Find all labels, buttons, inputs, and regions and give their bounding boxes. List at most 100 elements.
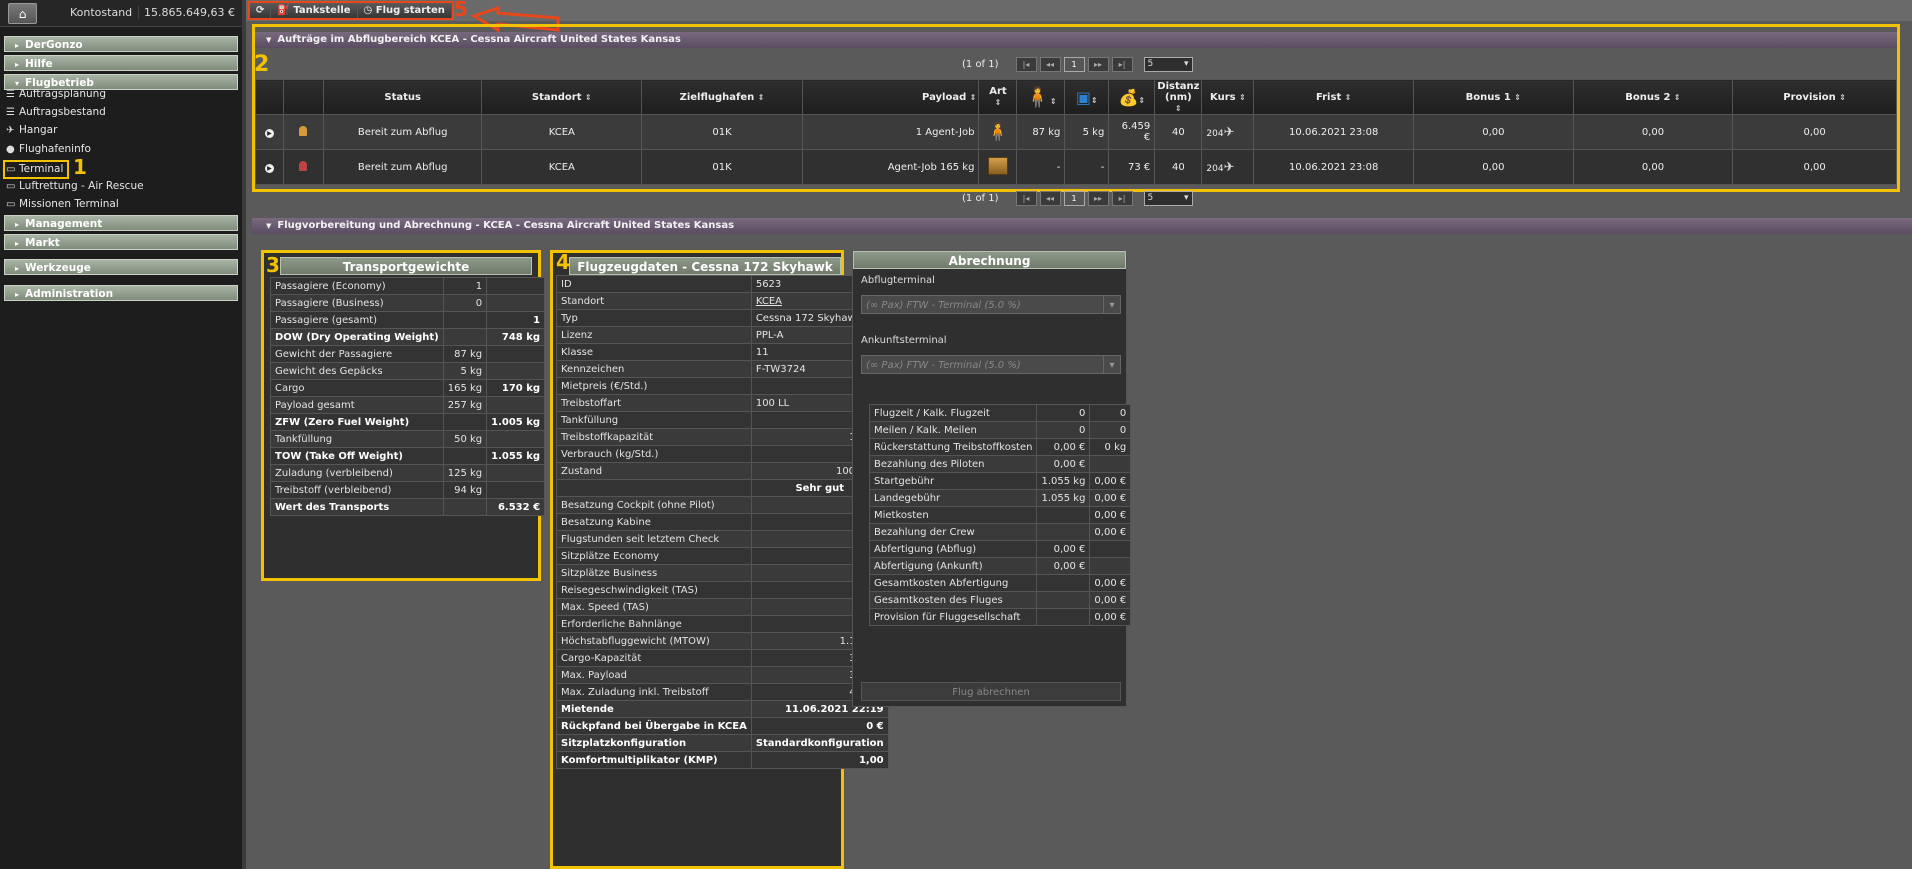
sort-icon: ⇕ [1839, 92, 1846, 102]
sidebar-item-auftragsbestand[interactable]: ☰ Auftragsbestand [6, 103, 106, 121]
row-total [1089, 557, 1132, 575]
prep-panel-header[interactable]: ▼ Flugvorbereitung und Abrechnung - KCEA … [252, 218, 1912, 234]
row-label: Startgebühr [868, 472, 1038, 490]
col-payload[interactable]: Payload ⇕ [801, 79, 980, 115]
col-bonus1[interactable]: Bonus 1 ⇕ [1413, 79, 1574, 115]
col-bonus2[interactable]: Bonus 2 ⇕ [1572, 79, 1734, 115]
row-label: Besatzung Cockpit (ohne Pilot) [556, 496, 752, 514]
pager-page[interactable]: 1 [1063, 57, 1085, 72]
pager-page[interactable]: 1 [1063, 191, 1085, 206]
table-row: Zuladung (verbleibend) 125 kg [270, 464, 546, 482]
table-row: Tankfüllung50 kg [270, 430, 546, 448]
pager-next[interactable]: ▸▸ [1087, 57, 1109, 72]
chevron-down-icon: ▾ [1103, 296, 1120, 313]
col-kurs[interactable]: Kurs ⇕ [1201, 79, 1255, 115]
table-row: Max. Payload386 kg [556, 666, 889, 684]
row-label: Payload gesamt [270, 396, 444, 414]
row-label: Tankfüllung [270, 430, 444, 448]
pager-last[interactable]: ▸| [1111, 191, 1133, 206]
table-row: Reisegeschwindigkeit (TAS)122 [556, 581, 889, 599]
sidebar-cat-management[interactable]: ▸ Management [4, 215, 238, 231]
row-total [486, 345, 546, 363]
row-label: Sitzplätze Business [556, 564, 752, 582]
flug-abrechnen-button[interactable]: Flug abrechnen [861, 682, 1121, 701]
table-row: Passagiere (Economy) 1 [270, 277, 546, 295]
row-label: Mietende [556, 700, 752, 718]
table-row: Besatzung Cockpit (ohne Pilot)0 [556, 496, 889, 514]
sidebar-item-hangar[interactable]: ✈ Hangar [6, 121, 57, 139]
pager-next[interactable]: ▸▸ [1087, 191, 1109, 206]
sort-icon: ⇕ [1174, 103, 1182, 113]
page-size-select[interactable]: 5 [1143, 191, 1193, 206]
table-row: Flugzeit / Kalk. Flugzeit 0 0 [868, 404, 1132, 422]
ankunftsterminal-select[interactable]: (∞ Pax) FTW - Terminal (5.0 %) ▾ [861, 355, 1121, 374]
table-row[interactable]: ▶ Bereit zum Abflug KCEA 01K 1 Agent-Job… [255, 114, 1897, 150]
table-row: Payload gesamt 257 kg [270, 396, 546, 414]
sidebar: ⌂ Kontostand 15.865.649,63 € ▸ DerGonzo ▸… [0, 0, 246, 869]
orders-table: Status Standort ⇕ Zielflughafen ⇕ Payloa… [255, 79, 1897, 185]
table-row: Sitzplätze Business0 [556, 564, 889, 582]
sidebar-cat-hilfe[interactable]: ▸ Hilfe [4, 55, 238, 71]
col-status[interactable]: Status [322, 79, 483, 115]
sidebar-cat-werkzeuge[interactable]: ▸ Werkzeuge [4, 259, 238, 275]
table-row: Sitzplätze Economy3 [556, 547, 889, 565]
col-art[interactable]: Art ⇕ [978, 79, 1018, 115]
row-label [556, 479, 752, 497]
row-value: 94 kg [442, 481, 488, 499]
agent-icon [299, 160, 308, 171]
sidebar-item-luftrettung[interactable]: ▭ Luftrettung - Air Rescue [6, 177, 144, 195]
sidebar-cat-markt[interactable]: ▸ Markt [4, 234, 238, 250]
row-label: Passagiere (Economy) [270, 277, 444, 295]
col-provision[interactable]: Provision ⇕ [1732, 79, 1897, 115]
row-label: Klasse [556, 343, 752, 361]
pager-prev[interactable]: ◂◂ [1039, 191, 1061, 206]
page-size-select[interactable]: 5 [1143, 57, 1193, 72]
pager-prev[interactable]: ◂◂ [1039, 57, 1061, 72]
orders-header-row: Status Standort ⇕ Zielflughafen ⇕ Payloa… [255, 79, 1897, 115]
col-passenger[interactable]: 🧍⇕ [1016, 79, 1066, 115]
sidebar-cat-administration[interactable]: ▸ Administration [4, 285, 238, 301]
orders-pager-top: (1 of 1) |◂ ◂◂ 1 ▸▸ ▸| 5 [962, 57, 1193, 72]
table-row[interactable]: ▶ Bereit zum Abflug KCEA 01K Agent-Job 1… [255, 149, 1897, 185]
abflugterminal-select[interactable]: (∞ Pax) FTW - Terminal (5.0 %) ▾ [861, 295, 1121, 314]
sort-icon: ⇕ [1673, 92, 1681, 102]
kontostand-label: Kontostand [70, 6, 133, 19]
col-ziel[interactable]: Zielflughafen ⇕ [641, 79, 803, 115]
plane-icon: ✈ [1223, 159, 1235, 175]
refresh-button[interactable]: ⟳ [250, 3, 272, 18]
col-distanz[interactable]: Distanz (nm) ⇕ [1154, 79, 1203, 115]
marker-1: 1 [73, 155, 87, 179]
col-luggage[interactable]: ▣⇕ [1064, 79, 1110, 115]
marker-4: 4 [556, 250, 570, 274]
kontostand-value: 15.865.649,63 € [138, 6, 235, 19]
orders-pager-bottom: (1 of 1) |◂ ◂◂ 1 ▸▸ ▸| 5 [962, 191, 1193, 206]
sidebar-item-auftragsplanung[interactable]: ☰ Auftragsplanung [6, 85, 106, 103]
tankstelle-button[interactable]: ⛽ Tankstelle [271, 3, 358, 18]
play-icon[interactable]: ▶ [264, 163, 274, 173]
row-total [486, 294, 546, 312]
table-row: Treibstoff (verbleibend) 94 kg [270, 481, 546, 499]
row-label: Wert des Transports [270, 498, 444, 516]
row-value: 0,00 € [1036, 438, 1091, 456]
passenger-icon: 🧍 [986, 121, 1010, 143]
row-label: Max. Zuladung inkl. Treibstoff [556, 683, 752, 701]
row-label: Erforderliche Bahnlänge [556, 615, 752, 633]
col-value[interactable]: 💰⇕ [1108, 79, 1156, 115]
pager-first[interactable]: |◂ [1015, 57, 1037, 72]
row-label: Besatzung Kabine [556, 513, 752, 531]
row-label: Gesamtkosten des Fluges [868, 591, 1038, 609]
row-label: Provision für Fluggesellschaft [868, 608, 1038, 626]
row-label: Reisegeschwindigkeit (TAS) [556, 581, 752, 599]
table-row: Standort KCEA [556, 292, 889, 310]
col-frist[interactable]: Frist ⇕ [1253, 79, 1415, 115]
play-icon[interactable]: ▶ [264, 128, 274, 138]
sidebar-cat-dergonzo[interactable]: ▸ DerGonzo [4, 36, 238, 52]
sidebar-item-missionen-terminal[interactable]: ▭ Missionen Terminal [6, 195, 119, 213]
pager-first[interactable]: |◂ [1015, 191, 1037, 206]
pager-last[interactable]: ▸| [1111, 57, 1133, 72]
chevron-right-icon: ▸ [15, 239, 20, 248]
home-button[interactable]: ⌂ [8, 3, 37, 24]
flug-starten-button[interactable]: ◷ Flug starten [357, 3, 452, 18]
row-value [442, 311, 488, 329]
col-standort[interactable]: Standort ⇕ [481, 79, 643, 115]
